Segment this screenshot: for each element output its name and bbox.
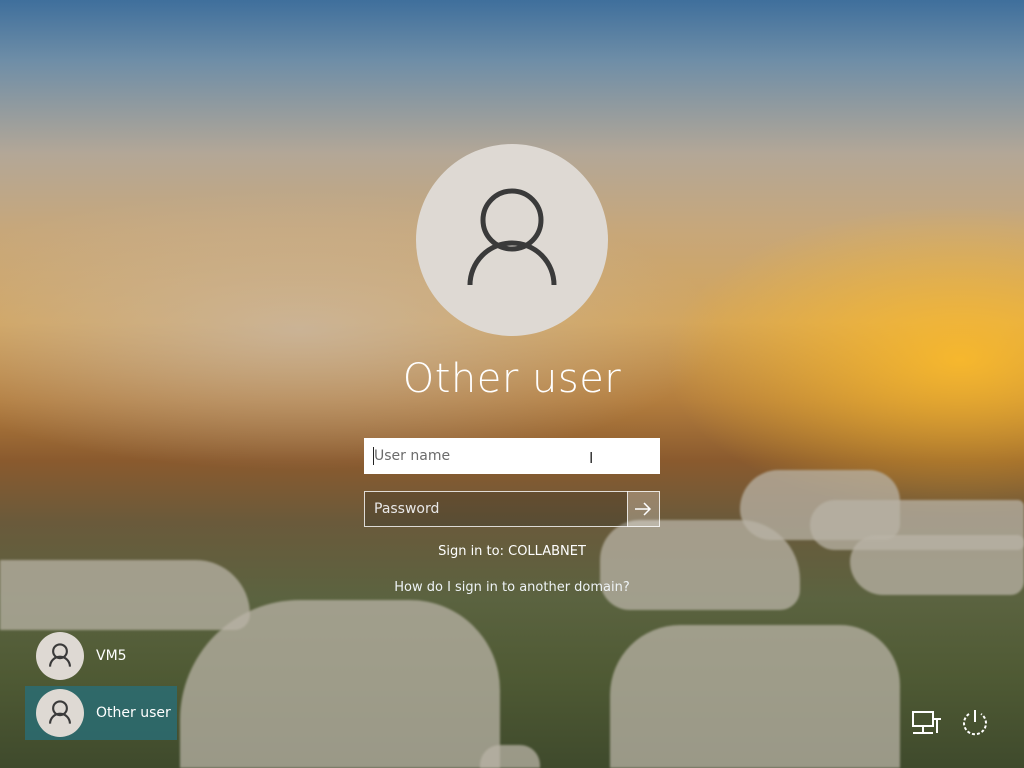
text-caret	[373, 447, 374, 465]
username-field[interactable]: User name	[364, 438, 660, 474]
account-item-other-user[interactable]: Other user	[25, 686, 177, 740]
user-avatar	[416, 144, 608, 336]
user-avatar-icon	[49, 643, 71, 667]
account-item-vm5[interactable]: VM5	[25, 630, 177, 682]
network-icon	[912, 711, 941, 734]
account-name: Other user	[96, 705, 171, 721]
power-icon	[963, 710, 987, 736]
signin-domain-text: Sign in to: COLLABNET	[438, 544, 586, 559]
other-domain-link[interactable]: How do I sign in to another domain?	[312, 580, 712, 595]
account-avatar	[36, 632, 84, 680]
user-avatar-icon	[49, 700, 71, 724]
power-button[interactable]	[958, 706, 992, 740]
account-name: VM5	[96, 648, 127, 664]
user-avatar-icon	[467, 188, 557, 286]
account-avatar	[36, 689, 84, 737]
password-field[interactable]: Password	[364, 491, 628, 527]
network-button[interactable]	[910, 706, 944, 740]
ibeam-cursor-icon: I	[589, 449, 594, 467]
username-title: Other user	[402, 356, 622, 402]
arrow-right-icon	[635, 502, 652, 516]
submit-button[interactable]	[627, 491, 660, 527]
